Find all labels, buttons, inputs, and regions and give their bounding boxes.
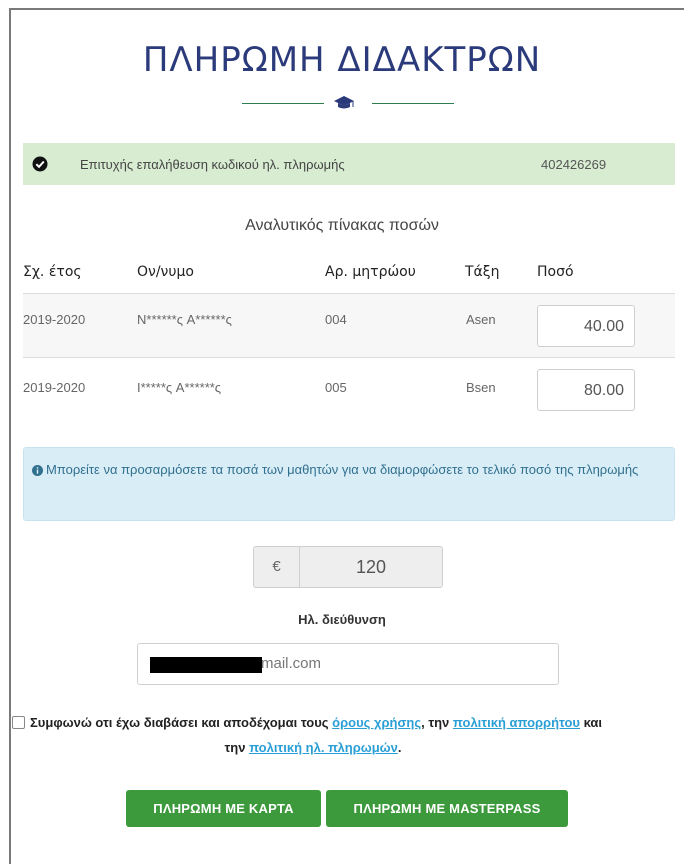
graduation-cap-icon [334,96,354,109]
row2-amount-input[interactable]: 80.00 [537,369,635,411]
row2-class: Bsen [466,380,496,395]
terms-of-use-link[interactable]: όρους χρήσης [332,715,421,730]
payment-code: 402426269 [541,157,607,172]
info-text: Μπορείτε να προσαρμόσετε τα ποσά των μαθ… [46,462,639,477]
total-amount-group: € 120 [253,546,443,588]
pay-masterpass-button[interactable]: ΠΛΗΡΩΜΗ ΜΕ MASTERPASS [326,790,568,827]
header-amount: Ποσό [537,264,574,280]
email-visible-suffix: mail.com [261,655,322,672]
row2-registry: 005 [325,380,347,395]
terms-text-2: , την [421,715,453,730]
info-alert: Μπορείτε να προσαρμόσετε τα ποσά των μαθ… [23,447,675,521]
terms-text-1: Συμφωνώ οτι έχω διαβάσει και αποδέχομαι … [30,715,333,730]
row1-year: 2019-2020 [23,312,86,327]
email-label: Ηλ. διεύθυνση [298,612,386,627]
terms-line-2: την πολιτική ηλ. πληρωμών. [12,735,684,760]
header-school-year: Σχ. έτος [23,264,82,280]
table-title: Αναλυτικός πίνακας ποσών [245,217,439,234]
table-row-divider [23,357,675,358]
check-circle-icon [32,156,48,172]
email-redaction [150,657,262,673]
total-amount-field: 120 [299,546,443,588]
row2-name: I*****ς A******ς [137,380,222,395]
email-input[interactable]: mail.com [137,643,559,685]
currency-addon: € [253,546,299,588]
terms-agreement: Συμφωνώ οτι έχω διαβάσει και αποδέχομαι … [12,710,684,760]
row2-year: 2019-2020 [23,380,86,395]
payments-policy-link[interactable]: πολιτική ηλ. πληρωμών [249,740,398,755]
row1-registry: 004 [325,312,347,327]
pay-card-button[interactable]: ΠΛΗΡΩΜΗ ΜΕ ΚΑΡΤΑ [126,790,321,827]
page-title: ΠΛΗΡΩΜΗ ΔΙΔΑΚΤΡΩΝ [142,40,542,80]
header-registry: Αρ. μητρώου [325,264,416,280]
title-divider-left [242,103,324,104]
success-message: Επιτυχής επαλήθευση κωδικού ηλ. πληρωμής [80,157,345,172]
header-name: Ον/νυμο [137,264,194,280]
privacy-policy-link[interactable]: πολιτική απορρήτου [453,715,580,730]
terms-text-4: την [224,740,250,755]
title-divider-right [372,103,454,104]
terms-text-5: . [397,740,402,755]
terms-checkbox[interactable] [12,716,25,729]
row1-name: N******ς A******ς [137,312,232,327]
terms-text-3: και [580,715,603,730]
row1-class: Asen [466,312,496,327]
header-class: Τάξη [465,264,500,280]
success-alert: Επιτυχής επαλήθευση κωδικού ηλ. πληρωμής… [23,143,675,185]
info-circle-icon [32,465,43,476]
row1-amount-input[interactable]: 40.00 [537,305,635,347]
